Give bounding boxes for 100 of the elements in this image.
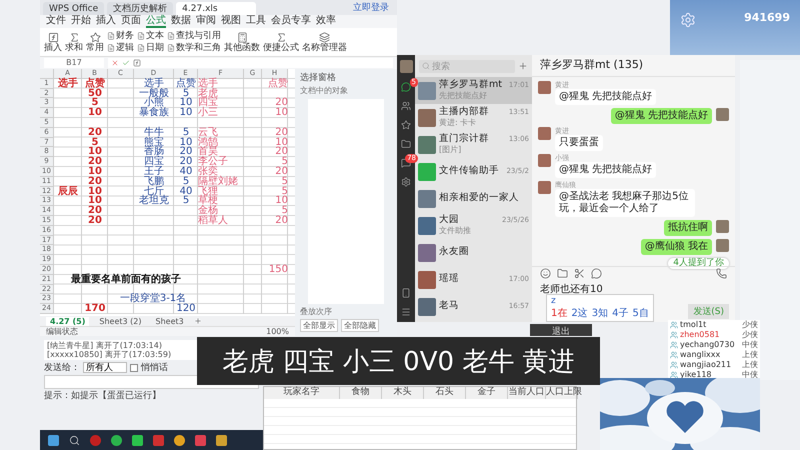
app-icon[interactable] [132, 434, 143, 446]
menu-tab[interactable]: 效率 [316, 15, 336, 28]
tip-text: 提示：如提示【蛋蛋已运行】 [44, 391, 162, 402]
ribbon-button[interactable]: 名称管理器 [302, 32, 347, 52]
message-input[interactable]: 老师也还有10 [540, 282, 727, 296]
scissors-icon[interactable] [574, 268, 585, 279]
message-bubble: @圣战法老 我想麻子那边5位玩，最近会一个人给了 [555, 189, 695, 218]
user-name[interactable]: yike118 [680, 370, 712, 380]
ribbon-button[interactable]: 日期 [137, 42, 164, 54]
chat-icon[interactable] [591, 268, 602, 279]
settings-icon[interactable] [401, 177, 411, 187]
menu-tab[interactable]: 插入 [96, 15, 116, 28]
app-icon[interactable] [195, 434, 206, 446]
document-icon[interactable] [107, 44, 115, 52]
table-cell-text: 10 [87, 186, 103, 196]
menu-tab[interactable]: 数据 [171, 15, 191, 28]
check-icon[interactable] [122, 59, 130, 67]
file-tab[interactable]: WPS Office [43, 2, 104, 15]
app-icon[interactable] [174, 434, 185, 446]
ribbon-button[interactable]: 财务 [107, 30, 134, 42]
pane-button[interactable]: 全部隐藏 [341, 319, 379, 332]
mention-toast[interactable]: 4人提到了你 [668, 258, 729, 270]
table-cell-text: 10 [87, 166, 103, 177]
chat-item[interactable]: 相亲相爱的一家人 [415, 185, 532, 212]
sheet-tab[interactable]: Sheet3 [152, 316, 188, 326]
menu-icon[interactable] [401, 307, 411, 317]
file-tab[interactable]: 文档历史解析 [107, 2, 174, 15]
table-cell-text: 5 [92, 138, 98, 148]
menu-tab[interactable]: 文件 [46, 15, 66, 28]
file-tab[interactable]: 4.27.xls [176, 2, 256, 15]
recipient-select[interactable]: 所有人 [83, 362, 127, 374]
document-icon[interactable] [167, 32, 175, 40]
table-cell-text: 隔壁刘姥 [198, 176, 239, 187]
menu-tab[interactable]: 审阅 [196, 15, 216, 28]
sigma-icon[interactable] [276, 32, 286, 42]
whisper-checkbox[interactable] [130, 364, 138, 372]
document-icon[interactable] [137, 32, 145, 40]
ime-candidate[interactable]: 4子 [612, 306, 628, 320]
ime-candidate[interactable]: 1在 [551, 306, 568, 320]
formula-field[interactable] [108, 58, 393, 68]
ribbon-button[interactable]: 数学和三角 [167, 42, 221, 54]
ime-candidate[interactable]: 3知 [592, 306, 608, 320]
folder-icon[interactable] [401, 139, 411, 149]
pane-button[interactable]: 全部显示 [300, 319, 338, 332]
table-cell-text: 10 [274, 196, 288, 206]
add-icon[interactable] [518, 61, 528, 71]
ribbon-button[interactable]: 常用 [86, 32, 104, 52]
function-icon[interactable] [133, 59, 141, 67]
ribbon-button[interactable]: 逻辑 [107, 42, 134, 54]
sheet-tab[interactable]: Sheet3 (2) [95, 316, 146, 326]
emoji-icon[interactable] [540, 268, 551, 279]
ribbon-button[interactable]: 便捷公式 [263, 32, 299, 52]
ime-candidate[interactable]: 2这 [571, 306, 588, 320]
star-icon[interactable] [90, 32, 100, 42]
table-cell-text: 40 [178, 166, 194, 177]
app-icon[interactable] [216, 434, 227, 446]
avatar[interactable] [400, 60, 412, 73]
table-cell-text: 10 [87, 147, 103, 158]
exit-button[interactable]: 退出 [530, 324, 592, 336]
ribbon-button[interactable]: 求和 [65, 32, 83, 52]
table-cell-text: 四宝 [143, 157, 165, 167]
phone-icon[interactable] [401, 288, 411, 298]
app-icon[interactable] [111, 434, 122, 446]
sheet-tab[interactable]: 4.27 (5) [46, 316, 90, 326]
contacts-icon[interactable] [401, 101, 411, 111]
chat-icon[interactable] [401, 82, 411, 92]
table-cell-text: 10 [87, 108, 103, 118]
app-icon[interactable] [153, 434, 164, 446]
menu-tab[interactable]: 工具 [246, 15, 266, 28]
ribbon-button[interactable]: 文本 [137, 30, 164, 42]
star-icon[interactable] [401, 120, 411, 130]
name-box[interactable]: B17 [44, 58, 104, 68]
send-to-label: 发送给： [44, 362, 80, 374]
user-name[interactable]: wanglixxx [680, 350, 720, 360]
menu-tab[interactable]: 开始 [71, 15, 91, 28]
ime-candidate[interactable]: 5自 [632, 306, 649, 320]
cancel-icon[interactable] [111, 59, 119, 67]
login-link[interactable]: 立即登录 [353, 1, 389, 14]
calculator-icon[interactable] [236, 32, 248, 42]
sigma-icon[interactable] [68, 32, 80, 42]
folder-icon[interactable] [557, 268, 568, 279]
user-name[interactable]: tmol1t [680, 320, 706, 330]
user-name[interactable]: wangjiao211 [680, 360, 732, 370]
menu-tab[interactable]: 会员专享 [271, 15, 311, 28]
document-icon[interactable] [137, 44, 145, 52]
ribbon-button[interactable]: 查找与引用 [167, 30, 221, 42]
phone-icon[interactable] [716, 268, 727, 279]
menu-tab[interactable]: 页面 [121, 15, 141, 28]
document-icon[interactable] [167, 44, 175, 52]
document-icon[interactable] [107, 32, 115, 40]
user-name[interactable]: yechang0730 [680, 340, 735, 350]
start-icon[interactable] [48, 434, 59, 446]
user-rank: 少侠 [742, 320, 758, 330]
ribbon-button[interactable]: 插入 [44, 32, 62, 52]
function-icon[interactable] [48, 32, 58, 42]
menu-tab[interactable]: 视图 [221, 15, 241, 28]
layers-icon[interactable] [319, 32, 330, 42]
user-name[interactable]: zhen0581 [680, 330, 720, 340]
chat-item[interactable]: 永友圈 [415, 239, 532, 266]
ribbon-button[interactable]: 其他函数 [224, 32, 260, 52]
